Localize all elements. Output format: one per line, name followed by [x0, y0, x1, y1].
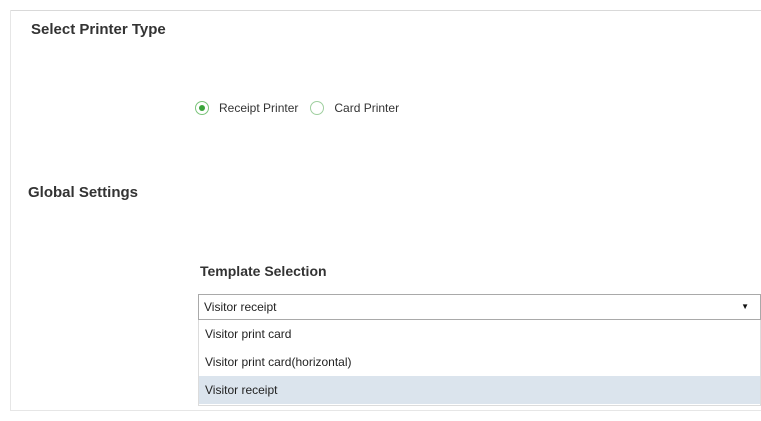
dropdown-option-visitor-print-card[interactable]: Visitor print card — [199, 320, 760, 348]
panel-top-border — [10, 10, 761, 11]
template-dropdown-list: Visitor print card Visitor print card(ho… — [198, 320, 761, 406]
printer-type-radio-group: Receipt Printer Card Printer — [195, 101, 411, 115]
template-select-value: Visitor receipt — [204, 300, 277, 314]
dropdown-option-visitor-receipt[interactable]: Visitor receipt — [199, 376, 760, 404]
select-printer-type-heading: Select Printer Type — [31, 21, 166, 38]
receipt-printer-label: Receipt Printer — [219, 101, 299, 115]
radio-unchecked-icon[interactable] — [310, 101, 325, 115]
card-printer-radio[interactable]: Card Printer — [310, 101, 399, 115]
template-selection-label: Template Selection — [200, 263, 327, 279]
panel-left-border — [10, 10, 11, 410]
triangle-down-icon[interactable]: ▼ — [741, 302, 749, 311]
panel-bottom-border — [10, 410, 761, 411]
radio-checked-icon[interactable] — [195, 101, 209, 115]
receipt-printer-radio[interactable]: Receipt Printer — [195, 101, 298, 115]
dropdown-option-visitor-print-card-horizontal[interactable]: Visitor print card(horizontal) — [199, 348, 760, 376]
template-select[interactable]: Visitor receipt ▼ — [198, 294, 761, 320]
card-printer-label: Card Printer — [334, 101, 400, 115]
global-settings-heading: Global Settings — [28, 184, 139, 201]
